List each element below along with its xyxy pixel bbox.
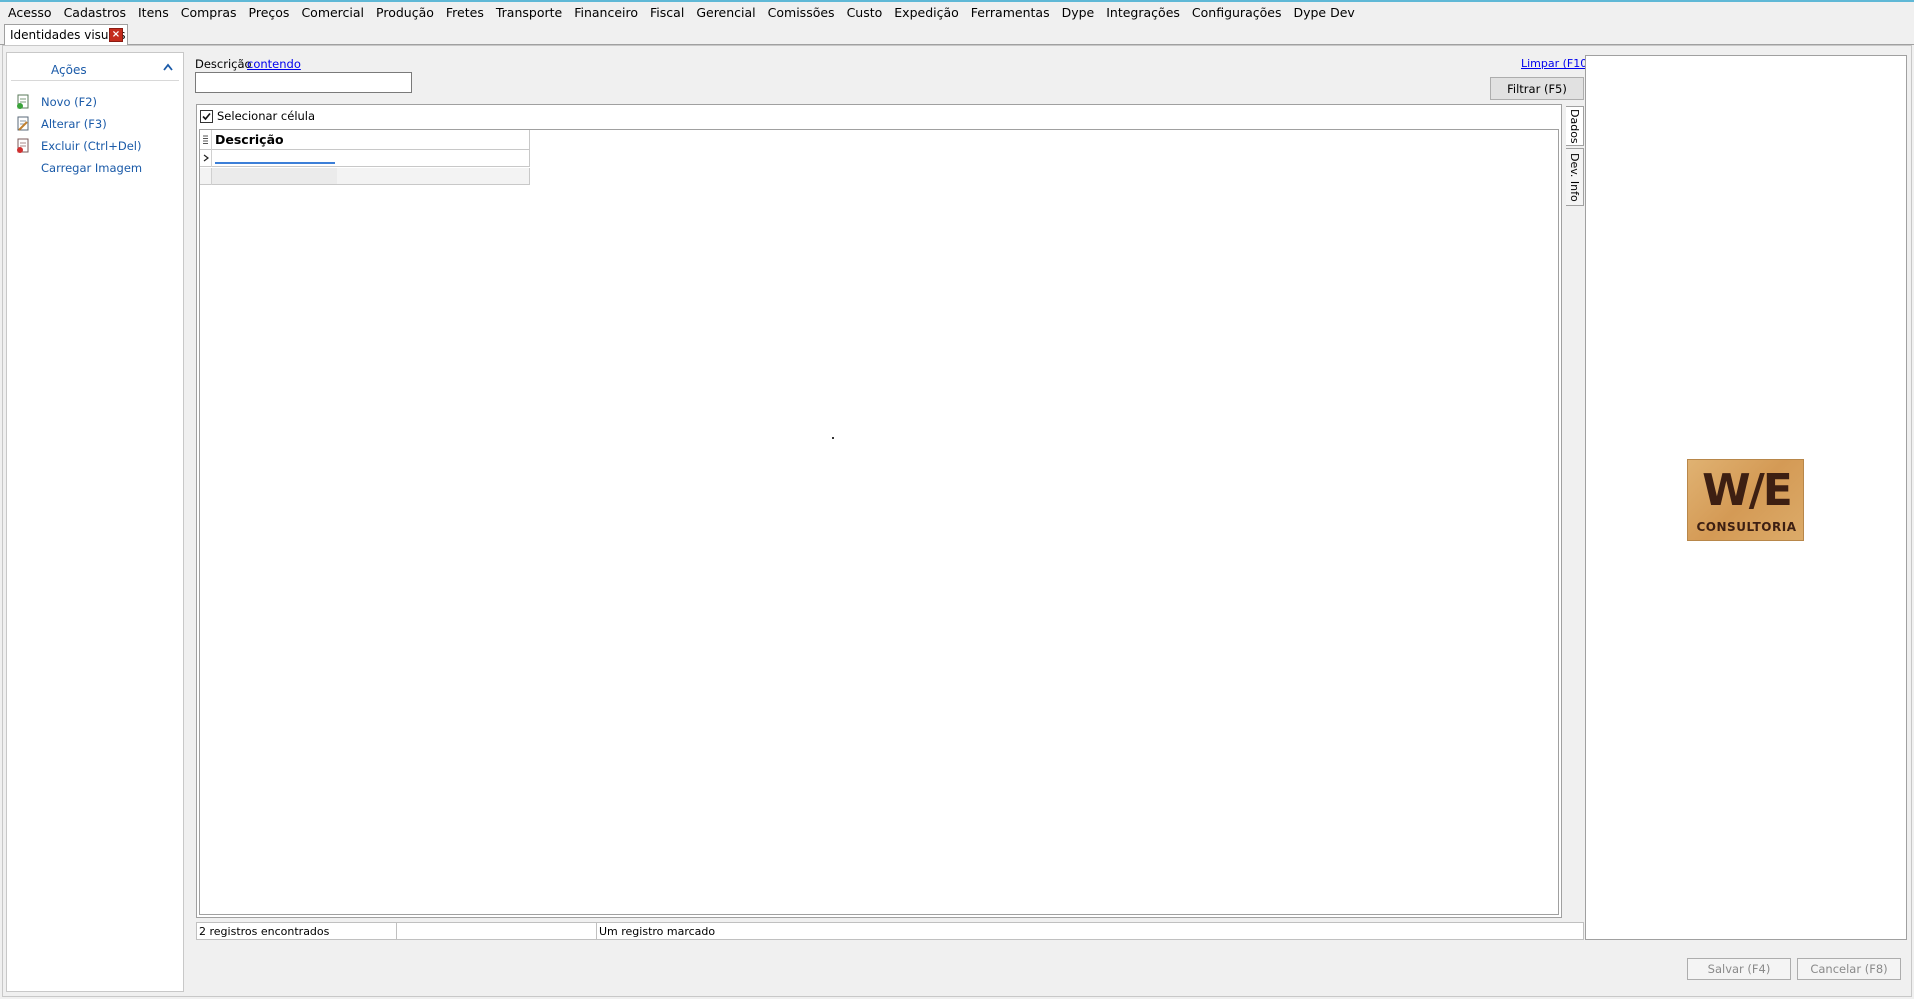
menu-comercial[interactable]: Comercial [295,5,370,20]
column-header-descricao[interactable]: Descrição [212,132,284,147]
grid-header: Descrição [200,129,530,150]
current-row-arrow-icon [200,149,212,167]
status-marked: Um registro marcado [599,924,716,938]
menu-dype-dev[interactable]: Dype Dev [1287,5,1360,20]
delete-label: Excluir (Ctrl+Del) [41,139,142,153]
new-doc-icon [17,94,29,109]
menu-transporte[interactable]: Transporte [490,5,568,20]
table-row[interactable] [200,149,530,167]
clear-filter-link[interactable]: Limpar (F10) [1521,57,1592,70]
delete-doc-icon [17,138,29,153]
menu-producao[interactable]: Produção [370,5,440,20]
blank-icon [15,160,31,176]
edit-button[interactable]: Alterar (F3) [15,115,107,133]
edit-doc-icon [17,116,29,131]
menu-compras[interactable]: Compras [175,5,243,20]
actions-title: Ações [51,63,87,77]
actions-panel: Ações Novo (F2) Alterar (F3) Excluir (Ct… [6,52,184,992]
menu-financeiro[interactable]: Financeiro [568,5,644,20]
select-cell-option[interactable]: Selecionar célula [200,109,315,123]
menu-comissoes[interactable]: Comissões [762,5,841,20]
row-cell-shading [212,167,337,184]
menu-custo[interactable]: Custo [841,5,889,20]
image-preview-panel: W/E CONSULTORIA [1585,55,1907,940]
cancel-button[interactable]: Cancelar (F8) [1797,958,1901,980]
table-row[interactable] [200,167,530,185]
actions-header[interactable]: Ações [11,53,179,81]
chevron-up-icon[interactable] [163,63,173,71]
status-middle [397,923,597,939]
new-label: Novo (F2) [41,95,98,109]
menu-bar: Acesso Cadastros Itens Compras Preços Co… [0,2,1914,22]
save-button[interactable]: Salvar (F4) [1687,958,1791,980]
delete-button[interactable]: Excluir (Ctrl+Del) [15,137,141,155]
cell-focus-underline [215,161,335,164]
row-cell[interactable] [212,167,529,185]
menu-cadastros[interactable]: Cadastros [58,5,132,20]
menu-dype[interactable]: Dype [1056,5,1101,20]
results-grid-panel: Selecionar célula Descrição [196,104,1562,918]
tab-identidades-visuais[interactable]: Identidades visuais × [4,24,128,46]
row-indicator [200,167,212,185]
logo-main-text: W/E [1702,465,1793,516]
menu-configuracoes[interactable]: Configurações [1186,5,1288,20]
description-filter-input[interactable] [195,72,412,93]
tab-dev-info[interactable]: Dev. Info [1566,148,1584,206]
menu-precos[interactable]: Preços [243,5,296,20]
menu-gerencial[interactable]: Gerencial [690,5,761,20]
menu-acesso[interactable]: Acesso [2,5,58,20]
menu-itens[interactable]: Itens [132,5,175,20]
filter-mode-link[interactable]: contendo [247,57,301,71]
document-tab-strip: Identidades visuais × [0,22,1914,46]
checkmark-icon [202,112,211,120]
new-button[interactable]: Novo (F2) [15,93,97,111]
menu-expedicao[interactable]: Expedição [888,5,965,20]
menu-integracoes[interactable]: Integrações [1100,5,1186,20]
menu-fiscal[interactable]: Fiscal [644,5,690,20]
filter-field-label: Descrição [195,57,252,71]
edit-label: Alterar (F3) [41,117,107,131]
stray-dot [832,437,834,439]
select-cell-label: Selecionar célula [217,109,316,123]
tab-dados[interactable]: Dados [1566,106,1584,146]
load-image-label: Carregar Imagem [41,161,143,175]
logo-sub-text: CONSULTORIA [1696,520,1797,534]
select-cell-checkbox[interactable] [200,109,213,123]
status-record-count: 2 registros encontrados [197,923,397,939]
close-icon[interactable]: × [109,28,123,42]
status-bar: 2 registros encontrados Um registro marc… [196,922,1584,940]
menu-fretes[interactable]: Fretes [440,5,490,20]
column-chooser-icon[interactable] [200,129,212,150]
company-logo: W/E CONSULTORIA [1687,459,1804,541]
load-image-button[interactable]: Carregar Imagem [15,159,142,177]
menu-ferramentas[interactable]: Ferramentas [965,5,1056,20]
filter-button[interactable]: Filtrar (F5) [1490,77,1584,100]
data-grid: Descrição [199,129,1559,915]
row-cell[interactable] [212,150,529,167]
